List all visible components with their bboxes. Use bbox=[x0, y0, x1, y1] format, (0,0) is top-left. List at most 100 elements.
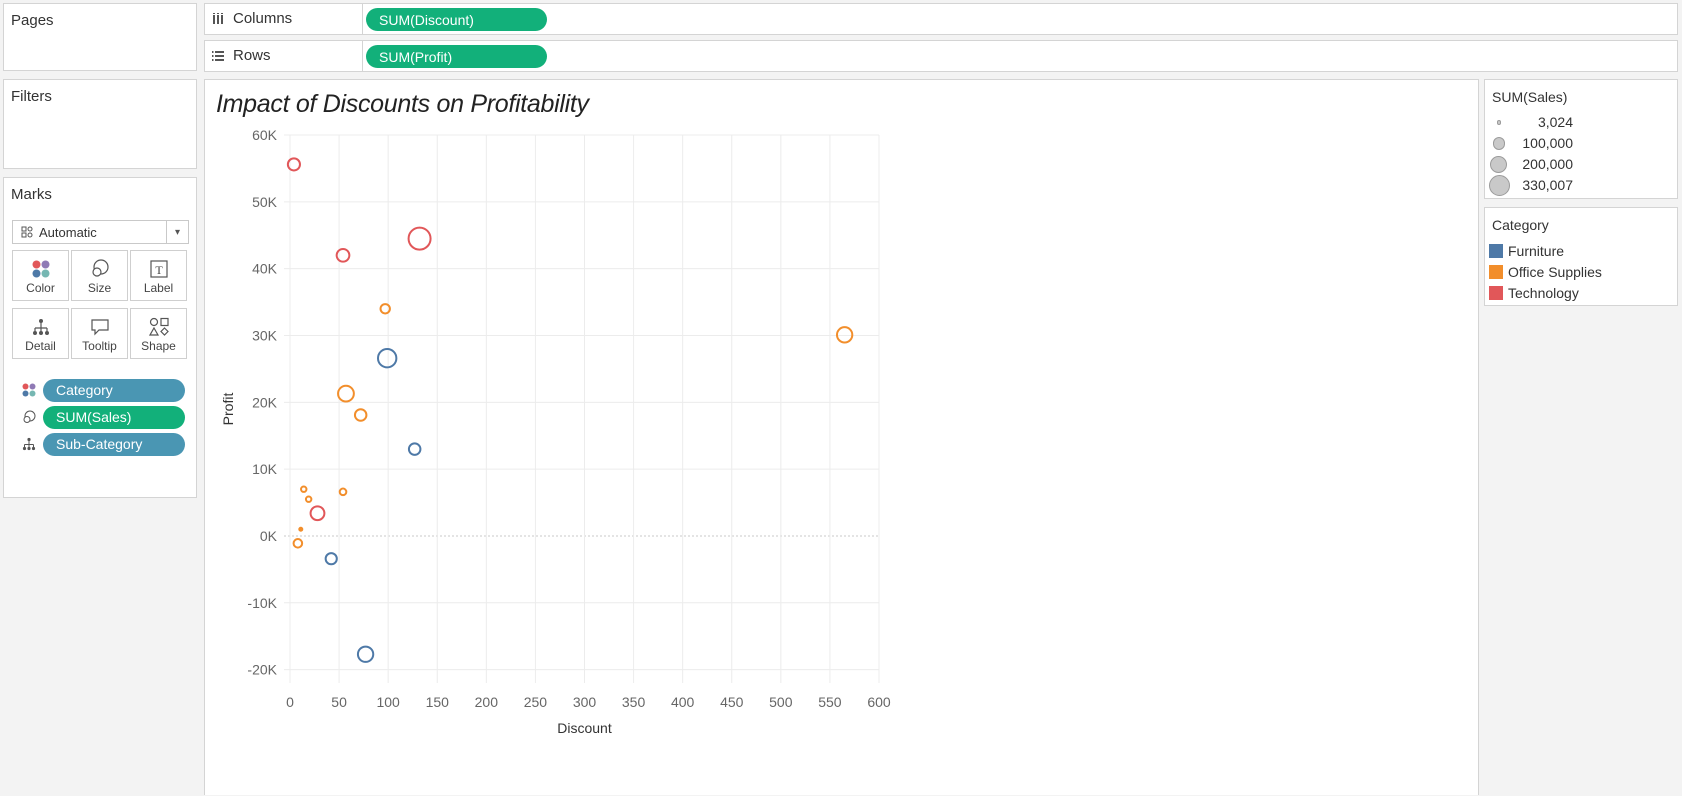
shape-button[interactable]: Shape bbox=[130, 308, 187, 359]
scatter-point[interactable] bbox=[338, 487, 348, 497]
size-legend[interactable]: SUM(Sales) 3,024 100,000 200,000 330,007 bbox=[1484, 79, 1678, 199]
category-legend-item[interactable]: Technology bbox=[1485, 282, 1677, 303]
scatter-plot[interactable]: 60K 50K 40K 30K 20K 10K 0K -10K -20K 0 50 100 150 200… bbox=[205, 80, 1478, 796]
x-tick-label: 550 bbox=[818, 694, 842, 710]
scatter-point[interactable] bbox=[407, 442, 422, 456]
x-tick-label: 600 bbox=[867, 694, 891, 710]
y-tick-label: 20K bbox=[252, 394, 278, 410]
scatter-point[interactable] bbox=[304, 495, 313, 503]
size-icon bbox=[18, 406, 40, 428]
scatter-point[interactable] bbox=[356, 645, 375, 663]
label-button[interactable]: T Label bbox=[130, 250, 187, 301]
tooltip-button[interactable]: Tooltip bbox=[71, 308, 128, 359]
size-dot-icon bbox=[1488, 175, 1510, 196]
pages-title: Pages bbox=[11, 12, 54, 29]
columns-icon bbox=[213, 12, 223, 24]
mark-field-category[interactable]: Category bbox=[18, 378, 190, 402]
sub-category-pill[interactable]: Sub-Category bbox=[43, 432, 185, 456]
rows-icon bbox=[212, 50, 224, 61]
shape-button-label: Shape bbox=[141, 339, 176, 353]
automatic-icon bbox=[21, 226, 33, 238]
size-button[interactable]: Size bbox=[71, 250, 128, 301]
category-legend-label: Furniture bbox=[1508, 242, 1565, 259]
scatter-point[interactable] bbox=[309, 505, 326, 522]
mark-type-label: Automatic bbox=[39, 224, 97, 240]
scatter-point[interactable] bbox=[407, 226, 432, 251]
x-tick-label: 250 bbox=[524, 694, 548, 710]
scatter-point[interactable] bbox=[377, 348, 398, 369]
tooltip-button-label: Tooltip bbox=[82, 339, 117, 353]
x-tick-label: 150 bbox=[426, 694, 450, 710]
chevron-down-icon[interactable]: ▾ bbox=[166, 221, 188, 243]
size-dot-icon bbox=[1492, 137, 1506, 150]
size-legend-item[interactable]: 100,000 bbox=[1485, 133, 1677, 154]
x-axis-title: Discount bbox=[557, 720, 612, 736]
tooltip-icon bbox=[90, 319, 109, 336]
x-tick-label: 350 bbox=[622, 694, 646, 710]
x-tick-label: 50 bbox=[331, 694, 347, 710]
color-button[interactable]: Color bbox=[12, 250, 69, 301]
color-swatch bbox=[1489, 264, 1503, 279]
size-legend-item[interactable]: 3,024 bbox=[1485, 112, 1677, 133]
size-legend-label: 200,000 bbox=[1522, 156, 1573, 172]
category-legend-item[interactable]: Furniture bbox=[1485, 240, 1677, 261]
detail-button[interactable]: Detail bbox=[12, 308, 69, 359]
scatter-point[interactable] bbox=[300, 485, 308, 493]
scatter-point[interactable] bbox=[353, 408, 368, 422]
y-tick-label: -20K bbox=[247, 662, 277, 678]
x-tick-label: 500 bbox=[769, 694, 793, 710]
worksheet-view: Impact of Discounts on Profitability 60K… bbox=[204, 79, 1479, 795]
rows-label: Rows bbox=[233, 47, 271, 64]
marks-title: Marks bbox=[11, 186, 52, 203]
y-axis-title: Profit bbox=[220, 393, 236, 426]
y-tick-label: 0K bbox=[260, 528, 278, 544]
columns-label: Columns bbox=[233, 10, 293, 27]
y-tick-label: 10K bbox=[252, 461, 278, 477]
scatter-point[interactable] bbox=[324, 552, 338, 566]
size-legend-item[interactable]: 200,000 bbox=[1485, 154, 1677, 175]
category-legend[interactable]: Category Furniture Office Supplies Technol… bbox=[1484, 207, 1678, 306]
y-tick-label: 40K bbox=[252, 261, 278, 277]
size-legend-label: 330,007 bbox=[1522, 177, 1573, 193]
category-pill[interactable]: Category bbox=[43, 378, 185, 402]
marks-card: Marks Automatic ▾ Color Size T Label Det… bbox=[3, 177, 197, 498]
size-legend-item[interactable]: 330,007 bbox=[1485, 175, 1677, 196]
mark-type-dropdown[interactable]: Automatic ▾ bbox=[12, 220, 189, 244]
size-icon bbox=[91, 259, 109, 277]
category-legend-title: Category bbox=[1492, 217, 1549, 233]
color-icon bbox=[18, 379, 40, 401]
color-swatch bbox=[1489, 285, 1503, 300]
mark-field-subcategory[interactable]: Sub-Category bbox=[18, 432, 190, 456]
size-legend-label: 100,000 bbox=[1522, 135, 1573, 151]
scatter-point[interactable] bbox=[292, 538, 304, 549]
rows-shelf[interactable]: Rows SUM(Profit) bbox=[204, 40, 1678, 72]
mark-field-sales[interactable]: SUM(Sales) bbox=[18, 405, 190, 429]
shelf-divider bbox=[362, 41, 363, 71]
y-tick-label: 30K bbox=[252, 327, 278, 343]
profit-pill[interactable]: SUM(Profit) bbox=[366, 45, 547, 68]
size-legend-label: 3,024 bbox=[1537, 114, 1573, 130]
scatter-point[interactable] bbox=[298, 526, 304, 532]
category-legend-label: Office Supplies bbox=[1508, 263, 1602, 280]
scatter-point[interactable] bbox=[337, 384, 355, 403]
scatter-point[interactable] bbox=[335, 247, 351, 263]
size-legend-title: SUM(Sales) bbox=[1492, 89, 1568, 105]
sum-sales-pill[interactable]: SUM(Sales) bbox=[43, 405, 185, 429]
svg-text:T: T bbox=[155, 263, 163, 277]
color-button-label: Color bbox=[26, 281, 55, 295]
discount-pill[interactable]: SUM(Discount) bbox=[366, 8, 547, 31]
filters-shelf[interactable]: Filters bbox=[3, 79, 197, 169]
x-tick-label: 0 bbox=[286, 694, 294, 710]
scatter-point[interactable] bbox=[835, 326, 854, 344]
pages-shelf[interactable]: Pages bbox=[3, 3, 197, 71]
y-tick-label: -10K bbox=[247, 595, 277, 611]
category-legend-item[interactable]: Office Supplies bbox=[1485, 261, 1677, 282]
label-button-label: Label bbox=[143, 281, 174, 295]
x-tick-label: 100 bbox=[376, 694, 400, 710]
label-icon: T bbox=[149, 260, 168, 278]
category-legend-label: Technology bbox=[1508, 284, 1579, 301]
shelf-divider bbox=[362, 4, 363, 34]
detail-icon bbox=[32, 319, 49, 335]
columns-shelf[interactable]: Columns SUM(Discount) bbox=[204, 3, 1678, 35]
y-tick-label: 50K bbox=[252, 194, 278, 210]
